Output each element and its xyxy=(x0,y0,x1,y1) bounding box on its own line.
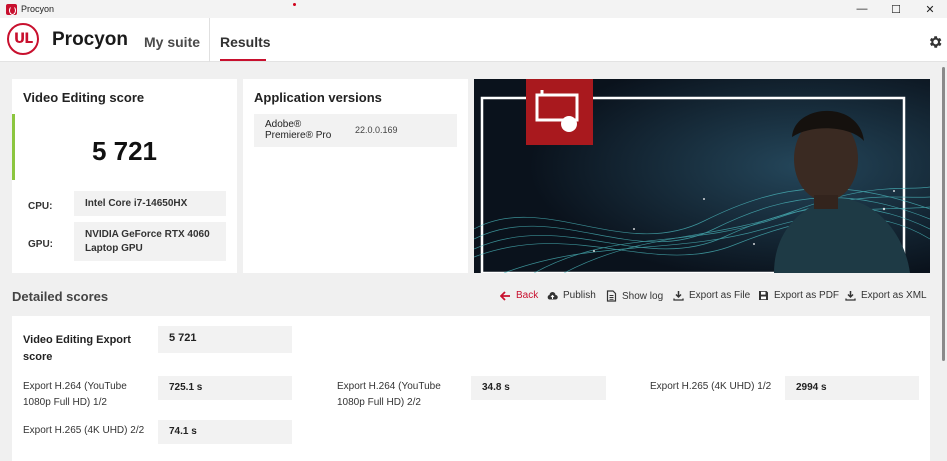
gpu-label: GPU: xyxy=(28,239,53,250)
app-version-row: Adobe® Premiere® Pro 22.0.0.169 xyxy=(254,114,457,147)
download-icon xyxy=(673,291,684,301)
show-log-label: Show log xyxy=(622,290,664,302)
export-score-value: 5 721 xyxy=(158,326,292,353)
result-label-h265-1: Export H.265 (4K UHD) 1/2 xyxy=(650,381,772,392)
maximize-button[interactable]: ☐ xyxy=(879,0,913,18)
tab-my-suite[interactable]: My suite xyxy=(144,34,200,50)
ul-logo: UL xyxy=(7,23,39,55)
page-scrollbar[interactable] xyxy=(940,63,947,461)
result-label-h265-2: Export H.265 (4K UHD) 2/2 xyxy=(23,425,145,436)
video-editing-test-tile xyxy=(526,79,593,145)
export-xml-label: Export as XML xyxy=(861,290,927,301)
result-value-h264-1: 725.1 s xyxy=(158,376,292,400)
back-label: Back xyxy=(516,290,539,301)
minimize-button[interactable]: — xyxy=(845,0,879,18)
export-xml-button[interactable]: Export as XML xyxy=(845,290,927,301)
overall-score: 5 721 xyxy=(91,136,158,166)
app-version: 22.0.0.169 xyxy=(355,125,398,135)
result-label-h264-2: Export H.264 (YouTube 1080p Full HD) 2/2 xyxy=(337,381,441,408)
scrollbar-thumb[interactable] xyxy=(942,67,945,361)
close-button[interactable]: ✕ xyxy=(913,0,947,18)
active-tab-indicator xyxy=(220,59,266,61)
apps-card-title: Application versions xyxy=(254,90,382,105)
title-bar: Procyon — ☐ ✕ xyxy=(0,0,947,18)
detailed-scores-title: Detailed scores xyxy=(12,289,109,304)
document-icon xyxy=(606,290,617,302)
result-value-h265-2: 74.1 s xyxy=(158,420,292,444)
back-button[interactable]: Back xyxy=(500,290,538,301)
application-versions-card: Application versions Adobe® Premiere® Pr… xyxy=(243,79,468,273)
cpu-value: Intel Core i7-14650HX xyxy=(74,191,226,216)
download-icon xyxy=(845,291,856,301)
score-card-title: Video Editing score xyxy=(23,90,145,105)
cpu-label: CPU: xyxy=(28,201,53,212)
window-title: Procyon xyxy=(21,4,55,14)
export-file-label: Export as File xyxy=(689,290,751,301)
save-icon xyxy=(759,291,768,300)
brand-name: Procyon xyxy=(52,29,129,50)
hero-image xyxy=(474,79,930,273)
procyon-app-icon xyxy=(6,3,17,15)
notification-dot xyxy=(293,3,296,6)
result-label-h264-1: Export H.264 (YouTube 1080p Full HD) 1/2 xyxy=(23,381,127,408)
nav-divider xyxy=(209,18,210,62)
publish-label: Publish xyxy=(563,290,596,301)
tab-results[interactable]: Results xyxy=(220,34,271,50)
publish-button[interactable]: Publish xyxy=(547,290,596,301)
show-log-button[interactable]: Show log xyxy=(606,290,663,302)
result-value-h264-2: 34.8 s xyxy=(471,376,606,400)
presentation-screen-icon xyxy=(535,90,579,132)
app-header: UL Procyon My suite Results xyxy=(0,18,947,62)
result-value-h265-1: 2994 s xyxy=(785,376,919,400)
export-file-button[interactable]: Export as File xyxy=(673,290,750,301)
export-pdf-label: Export as PDF xyxy=(774,290,840,301)
app-name: Adobe® Premiere® Pro xyxy=(265,119,332,141)
export-score-label: Video Editing Export score xyxy=(23,334,131,363)
gpu-value: NVIDIA GeForce RTX 4060 Laptop GPU xyxy=(74,222,226,261)
video-editing-score-card: Video Editing score 5 721 CPU: Intel Cor… xyxy=(12,79,237,273)
arrow-left-icon xyxy=(500,290,510,301)
settings-gear-icon[interactable] xyxy=(927,34,943,50)
detailed-scores-panel: Video Editing Export score 5 721 Export … xyxy=(12,316,930,461)
cloud-upload-icon xyxy=(547,291,558,299)
export-pdf-button[interactable]: Export as PDF xyxy=(758,290,839,301)
